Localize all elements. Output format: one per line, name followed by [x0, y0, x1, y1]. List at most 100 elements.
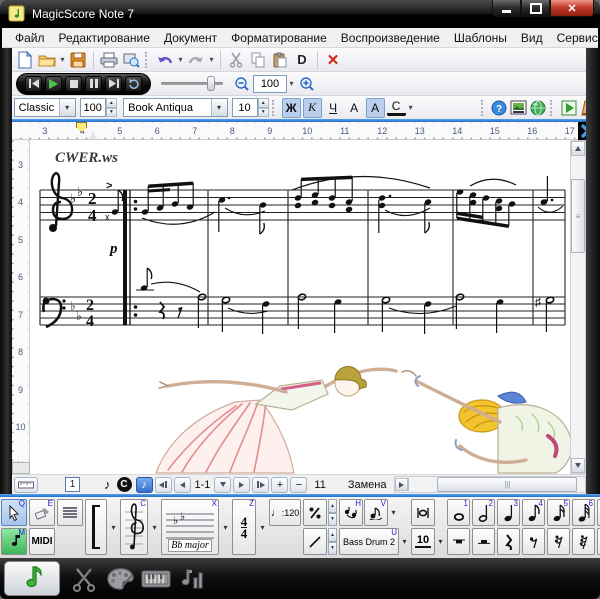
pause-button[interactable]: [85, 76, 102, 92]
font-color-button[interactable]: C: [387, 99, 406, 116]
time-signature-button[interactable]: 4 4 Z: [232, 499, 256, 555]
tab-mixer[interactable]: [174, 561, 210, 596]
add-measure-button[interactable]: +: [271, 477, 288, 493]
toolbar-grip[interactable]: [481, 100, 486, 116]
menu-item-templates[interactable]: Шаблоны: [447, 29, 514, 47]
new-document-button[interactable]: [14, 49, 36, 71]
playback-position-slider[interactable]: [161, 82, 223, 85]
tab-notes[interactable]: [4, 561, 60, 596]
help-button[interactable]: ?: [489, 97, 508, 119]
ruler-corner-button[interactable]: [12, 462, 30, 474]
prev-measure-button[interactable]: [174, 477, 191, 493]
delete-button[interactable]: ✕: [322, 49, 344, 71]
undo-button[interactable]: [154, 49, 176, 71]
whole-rest-button[interactable]: [447, 528, 470, 555]
toolbar-grip[interactable]: [550, 100, 555, 116]
bracket-dropdown[interactable]: [109, 499, 118, 555]
clef-dropdown[interactable]: [150, 499, 159, 555]
horizontal-scroll-thumb[interactable]: |||: [437, 477, 577, 492]
tuplet-button[interactable]: 10: [411, 528, 435, 555]
open-file-dropdown[interactable]: [58, 50, 67, 70]
note-input-toggle[interactable]: ♪: [136, 477, 153, 493]
last-measure-button[interactable]: [252, 477, 269, 493]
font-combo-dropdown[interactable]: [211, 99, 227, 116]
drum-dropdown[interactable]: [400, 528, 409, 555]
frame-button[interactable]: A: [345, 98, 364, 118]
midi-button[interactable]: MIDI: [29, 528, 55, 555]
repeat-spinner[interactable]: ▲▼: [328, 499, 337, 526]
eraser-tool-button[interactable]: E: [29, 499, 55, 526]
font-size-spinner[interactable]: ▲▼: [258, 98, 269, 117]
highlight-button[interactable]: A: [366, 98, 385, 118]
tie-dropdown[interactable]: [389, 499, 398, 526]
key-signature-dropdown[interactable]: [221, 499, 230, 555]
slash-button[interactable]: [303, 528, 327, 555]
minimize-button[interactable]: [492, 0, 521, 17]
slider-handle[interactable]: [207, 76, 215, 91]
paste-button[interactable]: [269, 49, 291, 71]
horizontal-ruler[interactable]: 3 4 5 6 7 8 9 10 11 12 13 14 15 16 17: [12, 122, 578, 140]
breve-note-button[interactable]: [411, 499, 435, 526]
print-preview-button[interactable]: [120, 49, 142, 71]
zoom-out-button[interactable]: [231, 73, 253, 95]
whole-note-button[interactable]: 1: [447, 499, 470, 526]
c-mode-badge[interactable]: C: [117, 477, 132, 492]
half-note-button[interactable]: 2: [472, 499, 495, 526]
menu-item-service[interactable]: Сервис: [550, 29, 600, 47]
menu-item-edit[interactable]: Редактирование: [52, 29, 157, 47]
style-combo-dropdown[interactable]: [59, 99, 75, 116]
time-signature-dropdown[interactable]: [258, 499, 267, 555]
menu-item-file[interactable]: Файл: [8, 29, 52, 47]
underline-button[interactable]: Ч: [324, 98, 343, 118]
menu-item-playback[interactable]: Воспроизведение: [334, 29, 447, 47]
toolbar-grip[interactable]: [145, 52, 150, 68]
system-bracket-button[interactable]: [85, 499, 107, 555]
horizontal-scrollbar[interactable]: |||: [394, 476, 586, 493]
vertical-ruler[interactable]: 3 4 5 6 7 8 9 10 11: [12, 140, 30, 474]
quarter-rest-button[interactable]: [497, 528, 520, 555]
score-page[interactable]: CWER.ws: [30, 140, 570, 474]
duplicate-button[interactable]: D: [291, 49, 313, 71]
remove-measure-button[interactable]: −: [290, 477, 307, 493]
zoom-dropdown[interactable]: [287, 74, 296, 94]
redo-button[interactable]: [185, 49, 207, 71]
print-button[interactable]: [98, 49, 120, 71]
select-tool-button[interactable]: Q: [1, 499, 27, 526]
scroll-down-button[interactable]: [571, 458, 585, 473]
maximize-button[interactable]: [521, 0, 550, 17]
page-number-box[interactable]: 1: [65, 477, 80, 492]
eighth-rest-button[interactable]: [522, 528, 545, 555]
skip-start-button[interactable]: [25, 76, 42, 92]
menu-item-view[interactable]: Вид: [514, 29, 550, 47]
zoom-in-button[interactable]: [296, 73, 318, 95]
image-viewer-button[interactable]: [509, 97, 528, 119]
skip-end-button[interactable]: [105, 76, 122, 92]
first-measure-button[interactable]: [155, 477, 172, 493]
style-size-input[interactable]: [80, 98, 106, 117]
close-button[interactable]: [550, 0, 594, 17]
slash-spinner[interactable]: ▲▼: [328, 528, 337, 555]
tab-cut-tools[interactable]: [66, 561, 102, 596]
style-size-spinner[interactable]: ▲▼: [106, 98, 117, 117]
save-button[interactable]: [67, 49, 89, 71]
style-combo[interactable]: Classic: [14, 98, 76, 117]
run-demo-button[interactable]: [559, 97, 578, 119]
slur-note-button[interactable]: V: [364, 499, 388, 526]
clef-button[interactable]: C: [120, 499, 148, 555]
tempo-button[interactable]: :120: [269, 499, 301, 526]
eighth-note-button[interactable]: 4: [522, 499, 545, 526]
tuplet-dropdown[interactable]: [436, 528, 445, 555]
sixteenth-rest-button[interactable]: [547, 528, 570, 555]
bold-button[interactable]: Ж: [282, 98, 301, 118]
scroll-right-button[interactable]: [395, 478, 408, 491]
toolbar-grip[interactable]: [272, 100, 277, 116]
web-globe-button[interactable]: [528, 97, 547, 119]
font-color-dropdown[interactable]: [407, 98, 415, 118]
cut-button[interactable]: [225, 49, 247, 71]
menu-item-document[interactable]: Документ: [157, 29, 224, 47]
tie-button[interactable]: H: [339, 499, 363, 526]
tab-design-palette[interactable]: [102, 561, 138, 596]
staff-lines-button[interactable]: [57, 499, 83, 526]
key-signature-button[interactable]: ♭♭ Bb major X: [161, 499, 219, 555]
menu-item-format[interactable]: Форматирование: [224, 29, 334, 47]
